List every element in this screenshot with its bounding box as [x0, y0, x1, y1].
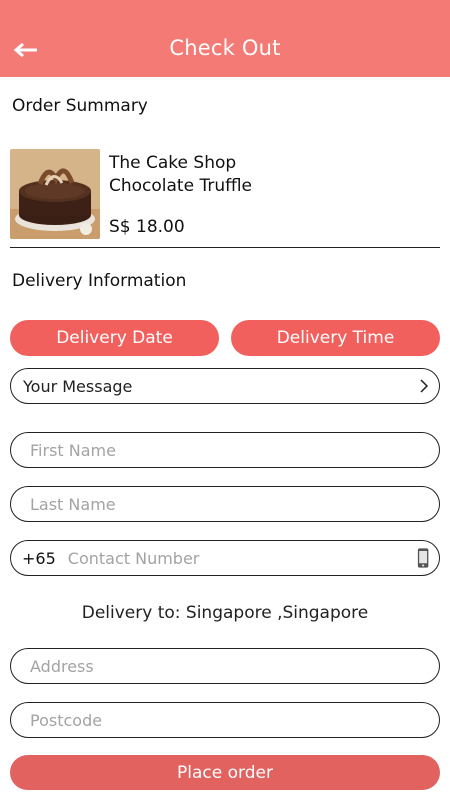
phone-prefix: +65	[22, 548, 56, 568]
your-message-label: Your Message	[23, 376, 133, 396]
first-name-field[interactable]	[10, 432, 440, 468]
contact-number-field[interactable]: +65	[10, 540, 440, 576]
contact-number-input[interactable]	[67, 541, 417, 575]
postcode-input[interactable]	[30, 703, 439, 737]
order-summary-title: Order Summary	[12, 96, 148, 116]
postcode-field[interactable]	[10, 702, 440, 738]
address-input[interactable]	[30, 649, 439, 683]
app-header: Check Out	[0, 0, 450, 77]
place-order-button[interactable]: Place order	[10, 755, 440, 790]
delivery-to-text: Delivery to: Singapore ,Singapore	[81, 603, 369, 623]
product-name: Chocolate Truffle	[109, 176, 253, 196]
address-field[interactable]	[10, 648, 440, 684]
product-shop-name: The Cake Shop	[109, 153, 237, 173]
delivery-time-button[interactable]: Delivery Time	[231, 320, 440, 356]
phone-icon[interactable]	[417, 546, 429, 570]
last-name-field[interactable]	[10, 486, 440, 522]
first-name-input[interactable]	[30, 433, 439, 467]
chocolate-cake-image	[10, 149, 100, 239]
delivery-date-button[interactable]: Delivery Date	[10, 320, 219, 356]
product-price: S$ 18.00	[109, 217, 185, 237]
chevron-right-icon	[420, 379, 429, 393]
page-title: Check Out	[169, 36, 281, 60]
product-image	[10, 149, 100, 239]
divider	[10, 247, 440, 248]
delivery-info-title: Delivery Information	[12, 271, 187, 291]
your-message-field[interactable]: Your Message	[10, 368, 440, 404]
last-name-input[interactable]	[30, 487, 439, 521]
